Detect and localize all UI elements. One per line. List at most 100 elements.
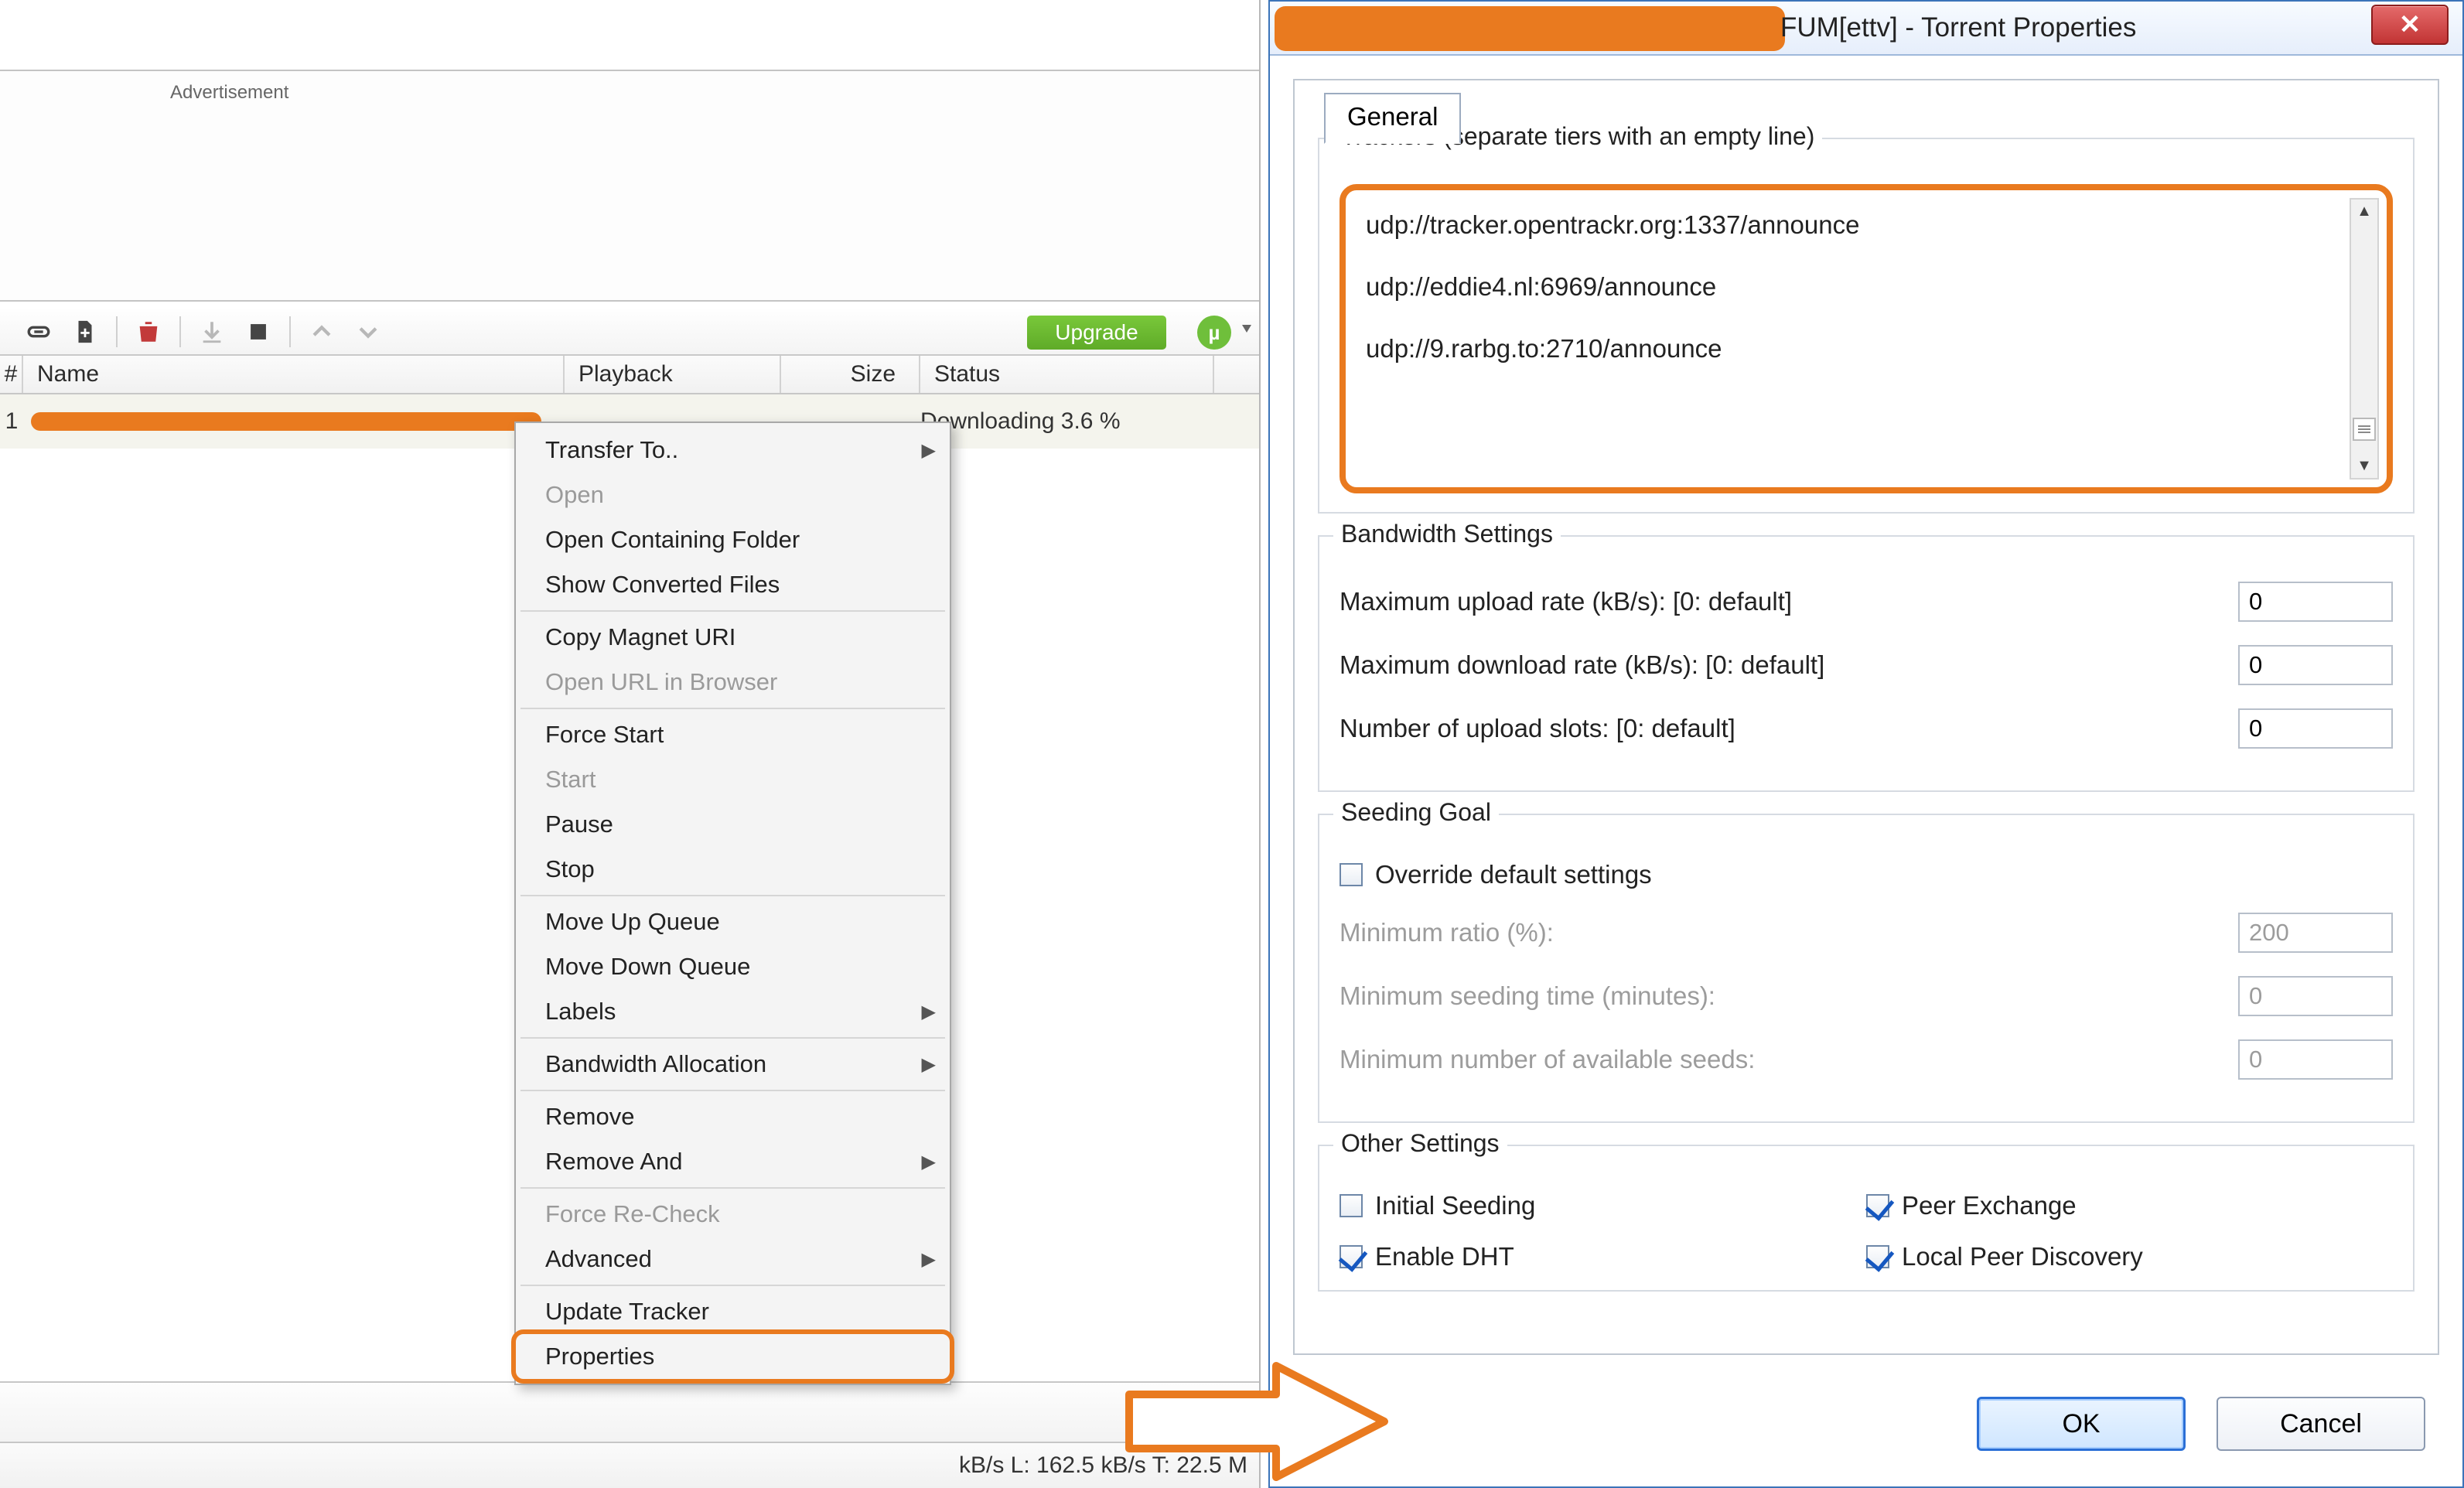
menu-item-stop[interactable]: Stop — [516, 847, 950, 892]
dialog-body: Trackers (separate tiers with an empty l… — [1293, 79, 2439, 1355]
menu-item-transfer-to[interactable]: Transfer To..▶ — [516, 428, 950, 473]
initial-seeding-label: Initial Seeding — [1375, 1191, 1535, 1220]
max-upload-label: Maximum upload rate (kB/s): [0: default] — [1340, 587, 2238, 616]
menu-item-label: Open URL in Browser — [545, 668, 777, 696]
tracker-line: udp://9.rarbg.to:2710/announce — [1366, 334, 2333, 363]
submenu-arrow-icon: ▶ — [922, 1001, 936, 1023]
menu-item-bandwidth-allocation[interactable]: Bandwidth Allocation ▶ — [516, 1042, 950, 1087]
move-up-button[interactable] — [299, 313, 345, 350]
col-hash[interactable]: # — [0, 356, 23, 393]
max-upload-input[interactable] — [2238, 582, 2393, 622]
menu-item-force-start[interactable]: Force Start — [516, 712, 950, 757]
menu-item-label: Move Up Queue — [545, 908, 720, 936]
dropdown-icon[interactable] — [1242, 325, 1251, 333]
scroll-up-icon[interactable]: ▲ — [2356, 203, 2372, 220]
start-button[interactable] — [189, 313, 235, 350]
menu-item-label: Force Start — [545, 721, 664, 749]
menu-item-label: Properties — [545, 1343, 654, 1370]
menu-separator — [520, 610, 945, 612]
enable-dht-checkbox[interactable]: Enable DHT — [1340, 1242, 1866, 1271]
menu-item-label: Update Tracker — [545, 1298, 709, 1326]
menu-item-label: Labels — [545, 998, 616, 1026]
scroll-thumb[interactable] — [2353, 418, 2376, 441]
menu-item-update-tracker[interactable]: Update Tracker — [516, 1289, 950, 1334]
dialog-titlebar[interactable]: FUM[ettv] - Torrent Properties ✕ — [1270, 2, 2462, 56]
override-defaults-label: Override default settings — [1375, 860, 1652, 889]
override-defaults-checkbox[interactable]: Override default settings — [1340, 860, 1652, 889]
ok-button[interactable]: OK — [1977, 1397, 2186, 1451]
utorrent-logo-icon[interactable]: µ — [1197, 316, 1231, 350]
menu-item-start: Start — [516, 757, 950, 802]
scroll-down-icon[interactable]: ▼ — [2356, 457, 2372, 475]
upload-slots-input[interactable] — [2238, 708, 2393, 749]
menu-item-remove-and[interactable]: Remove And▶ — [516, 1139, 950, 1184]
tab-general[interactable]: General — [1324, 93, 1461, 144]
menu-item-label: Copy Magnet URI — [545, 623, 735, 651]
status-bar: kB/s L: 162.5 kB/s T: 22.5 M — [0, 1442, 1259, 1488]
menu-item-remove[interactable]: Remove — [516, 1094, 950, 1139]
min-seeds-input[interactable] — [2238, 1039, 2393, 1080]
toolbar-separator — [179, 316, 181, 347]
min-seed-time-input[interactable] — [2238, 976, 2393, 1016]
local-peer-discovery-label: Local Peer Discovery — [1902, 1242, 2143, 1271]
menu-item-labels[interactable]: Labels ▶ — [516, 989, 950, 1034]
dialog-title: FUM[ettv] - Torrent Properties — [1780, 12, 2136, 43]
menu-separator — [520, 1037, 945, 1039]
bandwidth-legend: Bandwidth Settings — [1333, 520, 1561, 548]
menu-item-label: Bandwidth Allocation — [545, 1050, 766, 1078]
add-torrent-button[interactable] — [62, 313, 108, 350]
menu-item-label: Start — [545, 766, 596, 793]
menu-item-pause[interactable]: Pause — [516, 802, 950, 847]
col-playback[interactable]: Playback — [565, 356, 781, 393]
tracker-line: udp://eddie4.nl:6969/announce — [1366, 272, 2333, 302]
submenu-arrow-icon: ▶ — [922, 1053, 936, 1076]
menu-item-label: Move Down Queue — [545, 953, 750, 981]
detail-panel-collapsed — [0, 1381, 1259, 1442]
ad-label: Advertisement — [170, 82, 288, 104]
menu-item-properties[interactable]: Properties — [516, 1334, 950, 1379]
max-download-input[interactable] — [2238, 645, 2393, 685]
other-legend: Other Settings — [1333, 1129, 1507, 1158]
trackers-textarea[interactable]: udp://tracker.opentrackr.org:1337/announ… — [1340, 184, 2393, 493]
upload-slots-label: Number of upload slots: [0: default] — [1340, 714, 2238, 743]
min-ratio-input[interactable] — [2238, 913, 2393, 953]
row-index: 1 — [0, 408, 23, 435]
annotation-arrow-icon — [1121, 1360, 1392, 1483]
menu-item-label: Advanced — [545, 1245, 652, 1273]
torrent-properties-dialog: FUM[ettv] - Torrent Properties ✕ General… — [1268, 0, 2464, 1488]
move-down-button[interactable] — [345, 313, 391, 350]
menu-item-move-down-queue[interactable]: Move Down Queue — [516, 944, 950, 989]
col-name[interactable]: Name — [23, 356, 565, 393]
close-button[interactable]: ✕ — [2371, 5, 2449, 45]
menu-item-label: Force Re-Check — [545, 1200, 720, 1228]
scrollbar[interactable]: ▲ ▼ — [2350, 198, 2379, 480]
menu-item-show-converted-files[interactable]: Show Converted Files — [516, 562, 950, 607]
row-name-redacted — [31, 412, 541, 431]
seeding-legend: Seeding Goal — [1333, 798, 1499, 827]
remove-button[interactable] — [125, 313, 172, 350]
menu-item-label: Stop — [545, 855, 595, 883]
upgrade-button[interactable]: Upgrade — [1027, 316, 1166, 350]
add-url-button[interactable] — [15, 313, 62, 350]
max-download-label: Maximum download rate (kB/s): [0: defaul… — [1340, 650, 2238, 680]
col-size[interactable]: Size — [781, 356, 920, 393]
cancel-button[interactable]: Cancel — [2217, 1397, 2425, 1451]
stop-button[interactable] — [235, 313, 282, 350]
menu-item-label: Pause — [545, 811, 613, 838]
initial-seeding-checkbox[interactable]: Initial Seeding — [1340, 1191, 1866, 1220]
col-status[interactable]: Status — [920, 356, 1214, 393]
min-ratio-label: Minimum ratio (%): — [1340, 918, 2238, 947]
menu-item-copy-magnet-uri[interactable]: Copy Magnet URI — [516, 615, 950, 660]
menu-item-label: Open Containing Folder — [545, 526, 800, 554]
menu-item-label: Show Converted Files — [545, 571, 780, 599]
menu-item-open-containing-folder[interactable]: Open Containing Folder — [516, 517, 950, 562]
menu-item-advanced[interactable]: Advanced▶ — [516, 1237, 950, 1282]
ad-banner: Advertisement — [0, 70, 1259, 302]
bandwidth-group: Bandwidth Settings Maximum upload rate (… — [1318, 535, 2415, 792]
peer-exchange-checkbox[interactable]: Peer Exchange — [1866, 1191, 2393, 1220]
menu-item-move-up-queue[interactable]: Move Up Queue — [516, 899, 950, 944]
local-peer-discovery-checkbox[interactable]: Local Peer Discovery — [1866, 1242, 2393, 1271]
menu-separator — [520, 1285, 945, 1286]
menu-item-open: Open — [516, 473, 950, 517]
submenu-arrow-icon: ▶ — [922, 439, 936, 462]
